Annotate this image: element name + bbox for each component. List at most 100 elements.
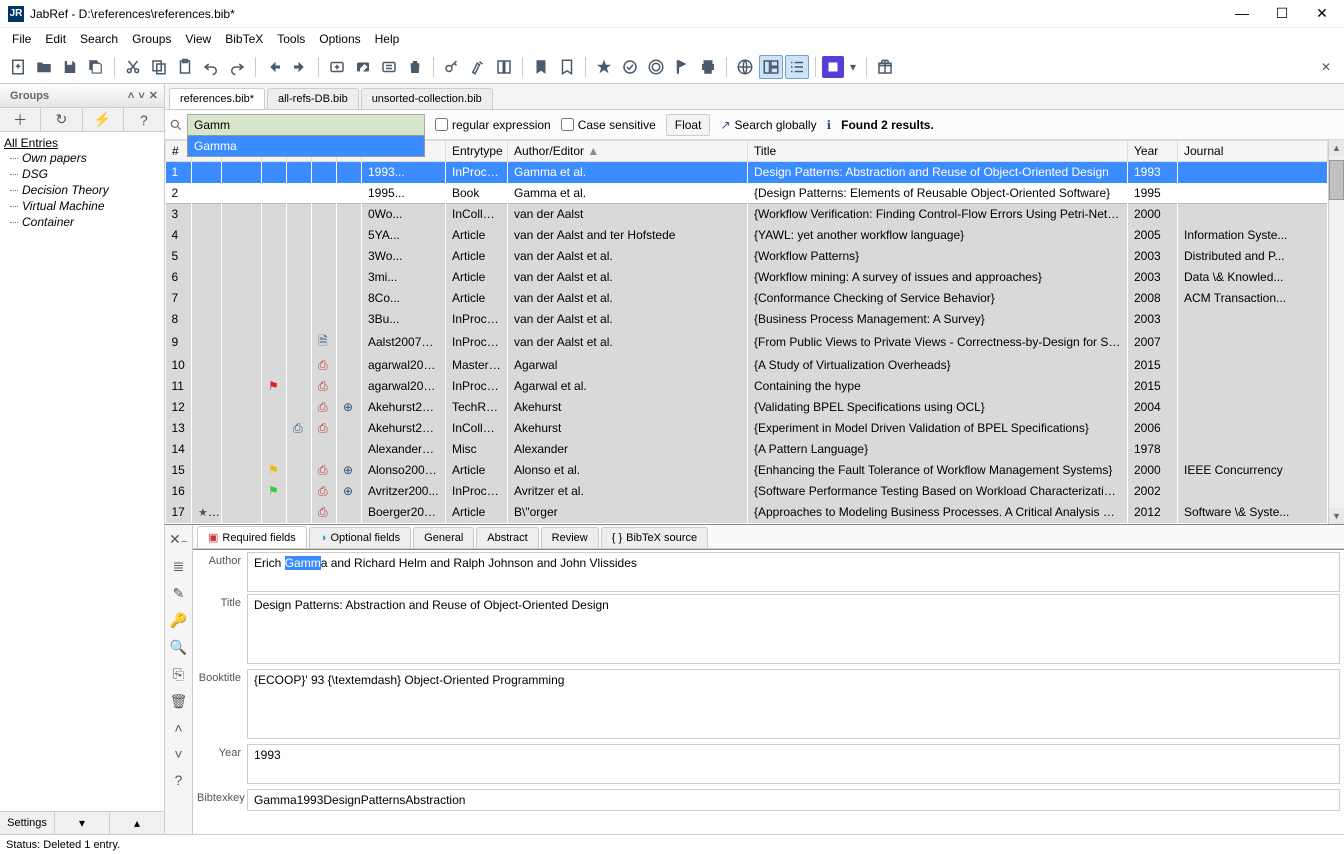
mark-icon[interactable] [529, 55, 553, 79]
col-type[interactable]: Entrytype [446, 141, 508, 162]
new-group-button[interactable]: ＋ [0, 108, 41, 131]
maximize-button[interactable]: ☐ [1272, 5, 1292, 22]
delete-icon[interactable] [403, 55, 427, 79]
print-icon[interactable] [696, 55, 720, 79]
table-row[interactable]: 78Co...Articlevan der Aalst et al.{Confo… [166, 288, 1328, 309]
field-year-input[interactable]: 1993 [247, 744, 1340, 784]
menu-help[interactable]: Help [369, 30, 406, 48]
save-all-icon[interactable] [84, 55, 108, 79]
table-row[interactable]: 14Alexander19...MiscAlexander{A Pattern … [166, 439, 1328, 460]
case-checkbox[interactable]: Case sensitive [561, 118, 656, 132]
open-db-icon[interactable] [32, 55, 56, 79]
entry-strings-icon[interactable] [377, 55, 401, 79]
scroll-thumb[interactable] [1329, 160, 1344, 200]
refresh-group-button[interactable]: ↻ [41, 108, 82, 131]
new-entry-icon[interactable] [325, 55, 349, 79]
autogen-key-icon[interactable] [440, 55, 464, 79]
dropdown-icon[interactable]: ▾ [846, 55, 860, 79]
edit-entry-icon[interactable] [351, 55, 375, 79]
entry-table[interactable]: # Entrytype Author/Editor ▲ Title Year J… [165, 140, 1328, 523]
table-row[interactable]: 9🗎Aalst2007Fro...InProcee...van der Aals… [166, 330, 1328, 355]
field-key-input[interactable] [247, 789, 1340, 811]
table-row[interactable]: 30Wo...InCollecti...van der Aalst{Workfl… [166, 204, 1328, 225]
table-row[interactable]: 13⎙⎙Akehurst200...InCollecti...Akehurst{… [166, 418, 1328, 439]
group-tree[interactable]: All Entries Own papers DSG Decision Theo… [0, 132, 164, 811]
tab-references[interactable]: references.bib* [169, 88, 265, 109]
editor-key-icon[interactable]: 🔑 [170, 612, 187, 629]
menu-file[interactable]: File [6, 30, 37, 48]
cleanup-icon[interactable] [466, 55, 490, 79]
tab-unsorted[interactable]: unsorted-collection.bib [361, 88, 493, 109]
autocomplete-suggestion[interactable]: Gamma [188, 136, 424, 156]
table-row[interactable]: 63mi...Articlevan der Aalst et al.{Workf… [166, 267, 1328, 288]
web-search-icon[interactable] [733, 55, 757, 79]
save-icon[interactable] [58, 55, 82, 79]
tab-all-refs[interactable]: all-refs-DB.bib [267, 88, 359, 109]
group-decision-theory[interactable]: Decision Theory [4, 182, 160, 198]
quality-icon[interactable] [618, 55, 642, 79]
editor-tab-optional[interactable]: ◑Optional fields [309, 527, 411, 548]
toggle-preview-icon[interactable] [492, 55, 516, 79]
table-row[interactable]: 11⚑⎙agarwal2015...InProcee...Agarwal et … [166, 376, 1328, 397]
cut-icon[interactable] [121, 55, 145, 79]
table-row[interactable]: 83Bu...InProcee...van der Aalst et al.{B… [166, 309, 1328, 330]
menu-options[interactable]: Options [313, 30, 366, 48]
back-icon[interactable] [262, 55, 286, 79]
table-row[interactable]: 53Wo...Articlevan der Aalst et al.{Workf… [166, 246, 1328, 267]
group-own-papers[interactable]: Own papers [4, 150, 160, 166]
group-container[interactable]: Container [4, 214, 160, 230]
settings-button[interactable]: Settings [0, 812, 55, 834]
help-group-button[interactable]: ? [124, 108, 164, 131]
field-booktitle-input[interactable]: {ECOOP}' 93 {\textemdash} Object-Oriente… [247, 669, 1340, 739]
scroll-up-icon[interactable]: ▲ [1329, 140, 1344, 156]
menu-edit[interactable]: Edit [39, 30, 72, 48]
editor-tab-general[interactable]: General [413, 527, 474, 548]
editor-close-icon[interactable]: ✕₋ [169, 531, 188, 548]
menu-bibtex[interactable]: BibTeX [219, 30, 269, 48]
copy-icon[interactable] [147, 55, 171, 79]
minimize-button[interactable]: — [1232, 5, 1252, 22]
auto-group-button[interactable]: ⚡ [83, 108, 124, 131]
toggle-list-icon[interactable] [785, 55, 809, 79]
global-checkbox[interactable]: ↗Search globally [720, 118, 816, 132]
donate-icon[interactable] [873, 55, 897, 79]
forward-icon[interactable] [288, 55, 312, 79]
editor-next-icon[interactable]: ˅ [174, 746, 182, 762]
menu-view[interactable]: View [179, 30, 217, 48]
editor-prev-icon[interactable]: ˄ [174, 720, 182, 736]
regex-checkbox[interactable]: regular expression [435, 118, 551, 132]
editor-type-icon[interactable]: ≣ [173, 558, 185, 575]
collapse-button[interactable]: ▴ [110, 812, 164, 834]
close-db-icon[interactable]: ✕ [1314, 55, 1338, 79]
redo-icon[interactable] [225, 55, 249, 79]
push-icon[interactable] [822, 56, 844, 78]
relevance-icon[interactable] [592, 55, 616, 79]
table-row[interactable]: 11993...InProcee...Gamma et al.Design Pa… [166, 162, 1328, 183]
groups-close-icon[interactable]: ✕ [149, 89, 158, 102]
field-title-input[interactable]: Design Patterns: Abstraction and Reuse o… [247, 594, 1340, 664]
group-dsg[interactable]: DSG [4, 166, 160, 182]
close-button[interactable]: ✕ [1312, 5, 1332, 22]
menu-tools[interactable]: Tools [271, 30, 311, 48]
float-button[interactable]: Float [666, 114, 711, 136]
editor-tab-review[interactable]: Review [541, 527, 599, 548]
expand-button[interactable]: ▾ [55, 812, 110, 834]
editor-tab-abstract[interactable]: Abstract [476, 527, 538, 548]
unmark-icon[interactable] [555, 55, 579, 79]
editor-delete-icon[interactable]: 🗑 [170, 693, 188, 710]
group-virtual-machine[interactable]: Virtual Machine [4, 198, 160, 214]
ranking-icon[interactable] [644, 55, 668, 79]
table-row[interactable]: 17★★★★★⎙Boerger2012...ArticleB\"orger{Ap… [166, 502, 1328, 523]
table-row[interactable]: 15⚑⎙⊕Alonso2000...ArticleAlonso et al.{E… [166, 460, 1328, 481]
info-icon[interactable]: ℹ [827, 118, 832, 132]
editor-help-icon[interactable]: ? [175, 772, 183, 788]
menu-search[interactable]: Search [74, 30, 124, 48]
col-journal[interactable]: Journal [1178, 141, 1328, 162]
new-db-icon[interactable] [6, 55, 30, 79]
undo-icon[interactable] [199, 55, 223, 79]
scroll-down-icon[interactable]: ▼ [1329, 508, 1344, 524]
editor-link-icon[interactable]: ⎘ [173, 666, 184, 683]
table-row[interactable]: 12⎙⊕Akehurst200...TechRep...Akehurst{Val… [166, 397, 1328, 418]
table-row[interactable]: 45YA...Articlevan der Aalst and ter Hofs… [166, 225, 1328, 246]
paste-icon[interactable] [173, 55, 197, 79]
